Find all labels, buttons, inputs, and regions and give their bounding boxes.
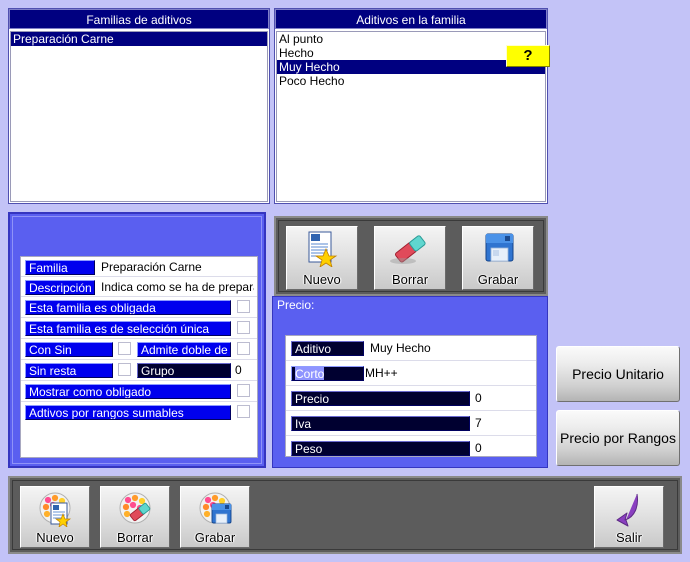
additive-borrar-label: Borrar: [391, 272, 429, 287]
con-sin-label: Con Sin: [25, 342, 113, 357]
admite-doble-label: Admite doble de: [137, 342, 231, 357]
family-eraser-icon: [101, 491, 169, 527]
family-borrar-label: Borrar: [116, 530, 154, 545]
form-row-precio[interactable]: Precio 0: [286, 386, 536, 411]
rangos-sumables-checkbox[interactable]: [237, 405, 250, 418]
additive-grabar-label: Grabar: [477, 272, 519, 287]
form-row-descripcion[interactable]: Descripción Indica como se ha de prepara…: [21, 277, 257, 297]
precio-unitario-label: Precio Unitario: [572, 365, 664, 382]
grupo-value[interactable]: 0: [235, 363, 255, 378]
list-item[interactable]: Hecho: [277, 46, 545, 60]
new-document-icon: [287, 231, 357, 268]
eraser-icon: [375, 231, 445, 267]
price-form-frame: Aditivo Muy Hecho Corto MH++ Precio 0 Iv…: [285, 335, 537, 457]
form-row-iva[interactable]: Iva 7: [286, 411, 536, 436]
help-button[interactable]: ?: [506, 45, 550, 67]
family-new-icon: [21, 491, 89, 528]
bottom-toolbar: Nuevo Borrar Grabar Salir: [8, 476, 682, 554]
family-nuevo-button[interactable]: Nuevo: [20, 486, 90, 548]
seleccion-unica-checkbox[interactable]: [237, 321, 250, 334]
form-row-sinresta-grupo[interactable]: Sin resta Grupo 0: [21, 360, 257, 381]
obligada-label: Esta familia es obligada: [25, 300, 231, 315]
family-form-panel: Familia Preparación Carne Descripción In…: [8, 212, 266, 468]
obligada-checkbox[interactable]: [237, 300, 250, 313]
corto-value[interactable]: MH++: [365, 366, 533, 381]
salir-label: Salir: [615, 530, 642, 545]
form-row-consin-admitedoble[interactable]: Con Sin Admite doble de: [21, 339, 257, 360]
families-listbox-body[interactable]: Preparación Carne: [10, 31, 268, 202]
list-item[interactable]: Poco Hecho: [277, 74, 545, 88]
families-listbox-header: Familias de aditivos: [9, 9, 269, 29]
mostrar-obligado-checkbox[interactable]: [237, 384, 250, 397]
price-groupbox-title: Precio:: [277, 298, 315, 312]
list-item[interactable]: Preparación Carne: [11, 32, 267, 46]
additive-nuevo-button[interactable]: Nuevo: [286, 226, 358, 290]
iva-value[interactable]: 7: [475, 416, 533, 431]
additive-toolbar: Nuevo Borrar Grabar: [274, 216, 548, 296]
list-item[interactable]: Al punto: [277, 32, 545, 46]
peso-label: Peso: [291, 441, 470, 456]
family-nuevo-label: Nuevo: [36, 530, 74, 545]
exit-arrow-icon: [595, 491, 663, 527]
family-borrar-button[interactable]: Borrar: [100, 486, 170, 548]
list-item[interactable]: Muy Hecho: [277, 60, 545, 74]
con-sin-checkbox[interactable]: [118, 342, 131, 355]
form-row-familia[interactable]: Familia Preparación Carne: [21, 257, 257, 277]
family-save-icon: [181, 491, 249, 527]
floppy-disk-icon: [463, 231, 533, 267]
form-row-mostrar-obligado[interactable]: Mostrar como obligado: [21, 381, 257, 402]
additive-borrar-button[interactable]: Borrar: [374, 226, 446, 290]
mostrar-obligado-label: Mostrar como obligado: [25, 384, 231, 399]
additive-grabar-button[interactable]: Grabar: [462, 226, 534, 290]
rangos-sumables-label: Adtivos por rangos sumables: [25, 405, 231, 420]
additives-listbox-header: Aditivos en la familia: [275, 9, 547, 29]
form-row-seleccion-unica[interactable]: Esta familia es de selección única: [21, 318, 257, 339]
families-listbox[interactable]: Familias de aditivos Preparación Carne: [8, 8, 270, 204]
peso-value[interactable]: 0: [475, 441, 533, 456]
seleccion-unica-label: Esta familia es de selección única: [25, 321, 231, 336]
grupo-label: Grupo: [137, 363, 231, 378]
sin-resta-checkbox[interactable]: [118, 363, 131, 376]
precio-label: Precio: [291, 391, 470, 406]
corto-label-text: Corto: [295, 367, 325, 381]
aditivo-value[interactable]: Muy Hecho: [370, 341, 533, 356]
sin-resta-label: Sin resta: [25, 363, 113, 378]
precio-por-rangos-button[interactable]: Precio por Rangos: [556, 410, 680, 466]
form-row-aditivo[interactable]: Aditivo Muy Hecho: [286, 336, 536, 361]
form-row-corto[interactable]: Corto MH++: [286, 361, 536, 386]
precio-unitario-button[interactable]: Precio Unitario: [556, 346, 680, 402]
precio-value[interactable]: 0: [475, 391, 533, 406]
family-grabar-button[interactable]: Grabar: [180, 486, 250, 548]
descripcion-label: Descripción: [25, 280, 95, 295]
corto-label: Corto: [291, 366, 364, 381]
familia-label: Familia: [25, 260, 95, 275]
form-row-rangos-sumables[interactable]: Adtivos por rangos sumables: [21, 402, 257, 423]
salir-button[interactable]: Salir: [594, 486, 664, 548]
admite-doble-checkbox[interactable]: [237, 342, 250, 355]
form-row-peso[interactable]: Peso 0: [286, 436, 536, 458]
descripcion-value[interactable]: Indica como se ha de preparar la: [101, 280, 254, 295]
family-form-frame: Familia Preparación Carne Descripción In…: [20, 256, 258, 458]
iva-label: Iva: [291, 416, 470, 431]
familia-value[interactable]: Preparación Carne: [101, 260, 254, 275]
form-row-obligada[interactable]: Esta familia es obligada: [21, 297, 257, 318]
additives-listbox[interactable]: Aditivos en la familia Al punto Hecho Mu…: [274, 8, 550, 204]
additive-nuevo-label: Nuevo: [303, 272, 341, 287]
family-grabar-label: Grabar: [194, 530, 236, 545]
price-groupbox: Precio: Aditivo Muy Hecho Corto MH++ Pre…: [272, 296, 548, 468]
precio-por-rangos-label: Precio por Rangos: [560, 429, 676, 446]
aditivo-label: Aditivo: [291, 341, 364, 356]
